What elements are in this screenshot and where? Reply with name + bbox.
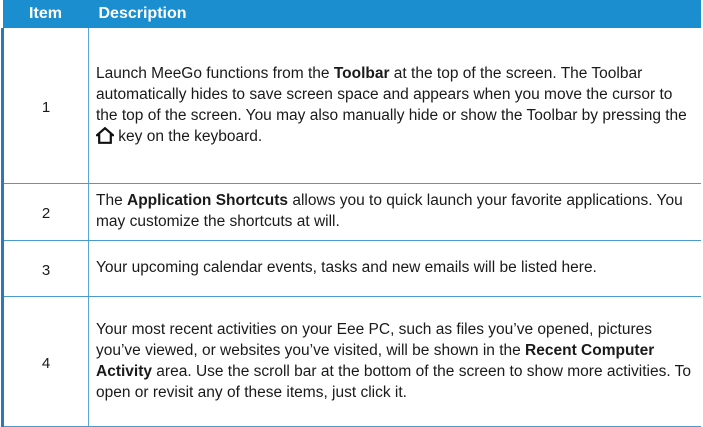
item-description: Your upcoming calendar events, tasks and… bbox=[88, 240, 701, 297]
item-description: The Application Shortcuts allows you to … bbox=[88, 183, 701, 241]
term-toolbar: Toolbar bbox=[333, 64, 390, 82]
item-description: Your most recent activities on your Eee … bbox=[88, 296, 701, 427]
text-segment: key on the keyboard. bbox=[114, 127, 263, 145]
text-segment: Launch MeeGo functions from the bbox=[96, 64, 334, 82]
table-header: Item Description bbox=[2, 0, 701, 28]
item-number: 4 bbox=[1, 296, 89, 427]
item-number: 1 bbox=[1, 28, 89, 184]
item-number: 3 bbox=[1, 240, 89, 297]
term-application-shortcuts: Application Shortcuts bbox=[127, 192, 289, 209]
item-description: Launch MeeGo functions from the Toolbar … bbox=[88, 28, 701, 184]
table-row: 4 Your most recent activities on your Ee… bbox=[1, 296, 701, 427]
text-segment: area. Use the scroll bar at the bottom o… bbox=[96, 362, 692, 401]
description-table: Item Description 1 Launch MeeGo function… bbox=[1, 0, 701, 427]
table-row: 1 Launch MeeGo functions from the Toolba… bbox=[1, 28, 701, 184]
text-segment: The bbox=[96, 192, 128, 209]
table-row: 3 Your upcoming calendar events, tasks a… bbox=[1, 240, 701, 297]
home-key-icon bbox=[96, 126, 114, 144]
header-description: Description bbox=[98, 5, 187, 22]
header-item: Item bbox=[29, 5, 62, 22]
item-number: 2 bbox=[1, 183, 89, 241]
table-row: 2 The Application Shortcuts allows you t… bbox=[1, 183, 701, 241]
